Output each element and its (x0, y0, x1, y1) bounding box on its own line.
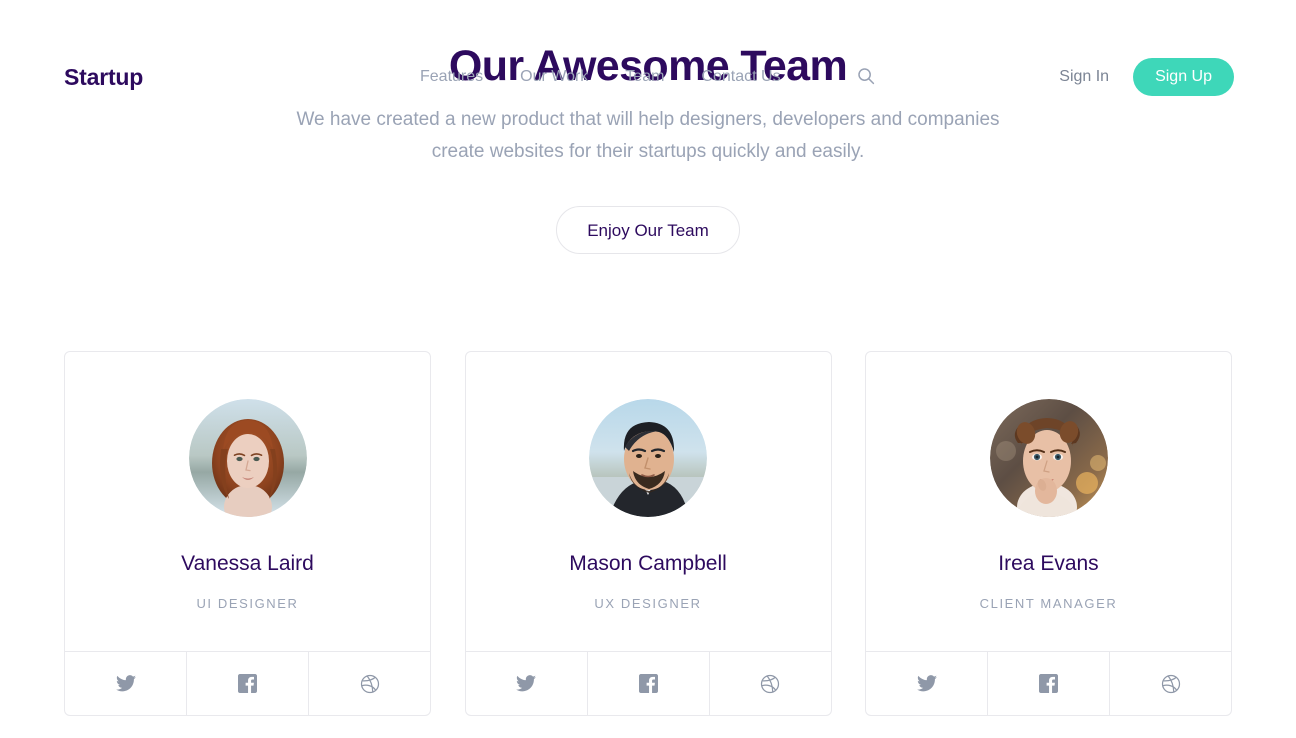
team-card[interactable]: Vanessa Laird UI DESIGNER (64, 351, 431, 716)
dribbble-icon[interactable] (710, 652, 831, 715)
twitter-icon[interactable] (65, 652, 187, 715)
team-member-name: Mason Campbell (569, 552, 727, 575)
sign-up-button[interactable]: Sign Up (1133, 58, 1234, 96)
nav-item-team[interactable]: Team (625, 64, 664, 90)
avatar (989, 399, 1108, 517)
auth-actions: Sign In Sign Up (1059, 58, 1234, 96)
nav-item-features[interactable]: Features (420, 64, 483, 90)
twitter-icon[interactable] (466, 652, 588, 715)
brand-logo[interactable]: Startup (64, 62, 143, 92)
facebook-icon[interactable] (988, 652, 1110, 715)
enjoy-our-team-button[interactable]: Enjoy Our Team (556, 206, 740, 254)
twitter-icon[interactable] (866, 652, 988, 715)
team-member-role: UX DESIGNER (594, 596, 702, 611)
hero-cta-container: Enjoy Our Team (0, 206, 1296, 254)
team-card[interactable]: Mason Campbell UX DESIGNER (464, 351, 832, 716)
team-card-social-links (866, 651, 1231, 715)
team-member-name: Irea Evans (998, 552, 1099, 575)
facebook-icon[interactable] (588, 652, 710, 715)
team-member-role: UI DESIGNER (196, 596, 299, 611)
dribbble-icon[interactable] (309, 652, 430, 715)
nav-item-our-work[interactable]: Our Work (520, 64, 588, 90)
facebook-icon[interactable] (187, 652, 309, 715)
dribbble-icon[interactable] (1110, 652, 1231, 715)
sign-in-link[interactable]: Sign In (1059, 58, 1109, 96)
team-card[interactable]: Irea Evans CLIENT MANAGER (865, 351, 1232, 716)
team-card-social-links (465, 651, 831, 715)
team-member-role: CLIENT MANAGER (979, 596, 1118, 611)
search-icon[interactable] (856, 66, 876, 86)
nav-item-contact-us[interactable]: Contact Us (701, 64, 780, 90)
team-card-social-links (65, 651, 430, 715)
team-member-name: Vanessa Laird (181, 552, 314, 575)
site-header: Startup Features Our Work Team Contact U… (0, 0, 1296, 155)
avatar (188, 399, 307, 517)
team-card-body: Mason Campbell UX DESIGNER (466, 352, 831, 651)
team-card-body: Irea Evans CLIENT MANAGER (866, 352, 1231, 651)
main-navigation: Features Our Work Team Contact Us (420, 64, 781, 90)
avatar (589, 399, 707, 517)
team-card-body: Vanessa Laird UI DESIGNER (65, 352, 430, 651)
team-cards-grid: Vanessa Laird UI DESIGNER Mason Campbell… (64, 351, 1232, 716)
